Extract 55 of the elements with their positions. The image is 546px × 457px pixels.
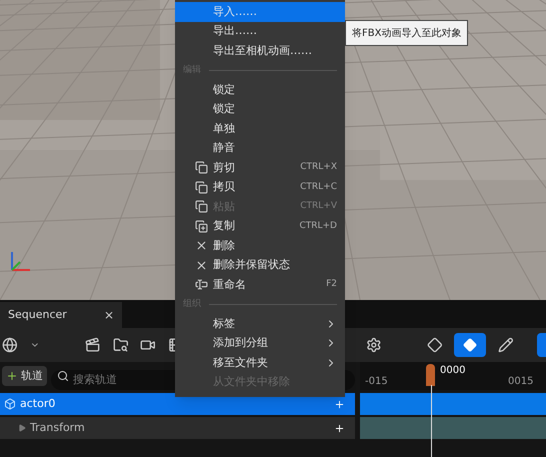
menu-item[interactable]: 导出…… xyxy=(175,22,345,41)
squares-plus-icon xyxy=(195,220,208,233)
folder-search-icon[interactable] xyxy=(112,337,128,353)
key-button[interactable] xyxy=(454,333,486,357)
menu-item[interactable]: 单独 xyxy=(175,119,345,138)
menu-item[interactable]: 锁定 xyxy=(175,100,345,119)
toolbar-button[interactable] xyxy=(537,333,546,357)
globe-icon[interactable] xyxy=(2,337,18,353)
track-row[interactable]: Transform xyxy=(0,417,355,439)
plus-icon xyxy=(6,370,18,382)
menu-item[interactable]: 静音 xyxy=(175,138,345,158)
cube-icon xyxy=(4,398,16,410)
playhead-marker xyxy=(426,364,435,386)
current-frame: 0000 xyxy=(440,363,466,378)
shortcut-text: CTRL+D xyxy=(299,220,337,232)
gear-icon[interactable] xyxy=(366,337,382,353)
menu-item[interactable]: 标签 xyxy=(175,314,345,334)
menu-item[interactable]: 复制 CTRL+D xyxy=(175,216,345,236)
menu-item[interactable]: 添加到分组 xyxy=(175,334,345,353)
menu-item[interactable]: 重命名 F2 xyxy=(175,275,345,294)
shortcut-text: CTRL+X xyxy=(300,161,337,174)
tick-label: 0015 xyxy=(508,375,534,389)
key-icon xyxy=(462,338,477,352)
menu-item[interactable]: 删除 xyxy=(175,236,345,256)
cross-icon xyxy=(195,258,208,272)
menu-item[interactable]: 导入…… xyxy=(175,2,345,22)
menu-item[interactable]: 导出至相机动画…… xyxy=(175,41,345,60)
menu-item[interactable]: 拷贝 CTRL+C xyxy=(175,178,345,197)
close-button[interactable]: × xyxy=(104,306,114,324)
cross-icon xyxy=(195,239,208,252)
text-cursor-icon xyxy=(195,278,208,292)
menu-item[interactable]: 剪切 CTRL+X xyxy=(175,158,345,178)
track-label: Transform xyxy=(30,420,86,436)
menu-item[interactable]: 移至文件夹 xyxy=(175,353,345,372)
shortcut-text: CTRL+C xyxy=(300,180,337,194)
clapperboard-icon[interactable] xyxy=(84,337,100,353)
shortcut-text: F2 xyxy=(326,278,337,291)
diamond-icon[interactable] xyxy=(426,337,442,353)
add-icon[interactable] xyxy=(334,422,345,434)
add-track-button[interactable]: 轨道 xyxy=(2,366,47,386)
sequencer-tab[interactable]: Sequencer × xyxy=(0,302,122,328)
menu-item[interactable]: 锁定 xyxy=(175,80,345,100)
tick-label: -015 xyxy=(365,375,388,389)
pencil-icon[interactable] xyxy=(498,337,514,353)
overlapping-squares-icon xyxy=(195,180,208,194)
tab-title: Sequencer xyxy=(8,306,67,323)
overlapping-squares-icon xyxy=(195,161,208,174)
tooltip: 将FBX动画导入至此对象 xyxy=(345,20,468,46)
track-row[interactable]: actor0 xyxy=(0,393,355,415)
track-label: actor0 xyxy=(20,396,56,412)
overlapping-squares-icon xyxy=(195,200,208,214)
search-icon xyxy=(57,370,69,382)
expand-arrow-icon xyxy=(18,424,26,432)
shortcut-text: CTRL+V xyxy=(300,200,337,213)
menu-item[interactable]: 删除并保留状态 xyxy=(175,256,345,275)
